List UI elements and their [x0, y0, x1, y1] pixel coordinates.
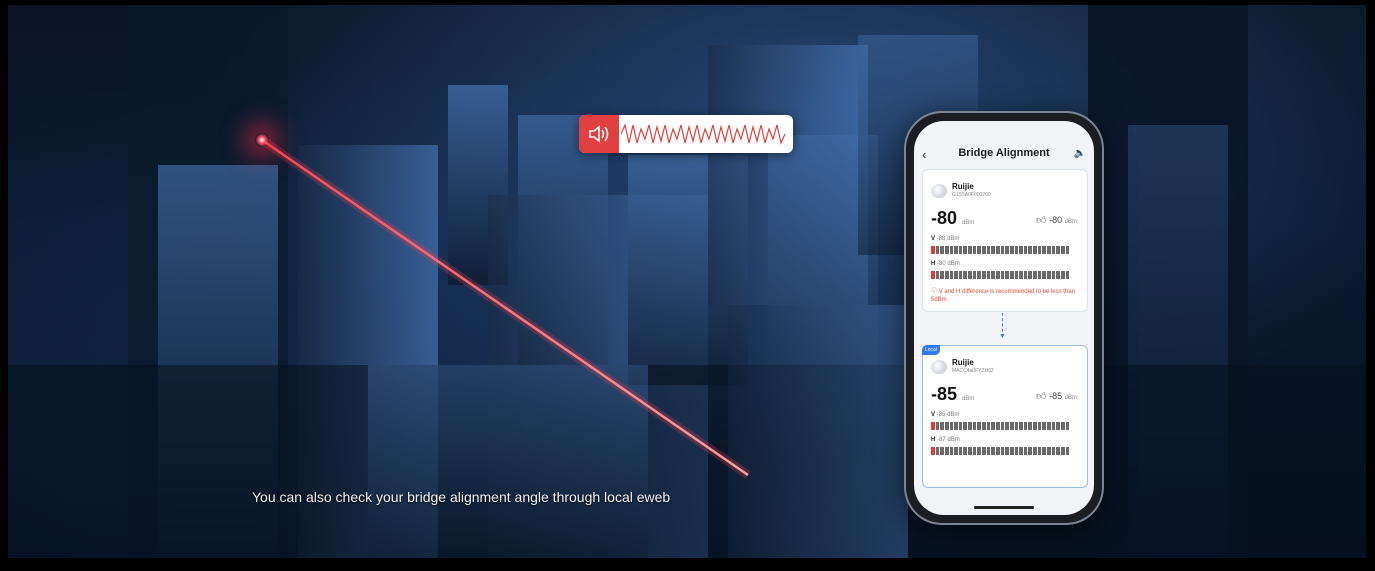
phone-mockup: ‹ Bridge Alignment 🔈 Ruijie G1S5A0F00020… — [906, 113, 1102, 523]
signal-unit: dBm — [962, 220, 975, 226]
signal-value: -80 — [931, 208, 958, 228]
arrow-down-icon: ▼ — [999, 333, 1006, 340]
vertical-polarization: V -85 dBm — [931, 412, 959, 418]
v-signal-bar — [931, 422, 1070, 430]
best-unit: dBm — [1064, 395, 1077, 401]
device-name: Ruijie — [952, 358, 974, 367]
sound-wave-icon — [621, 123, 786, 145]
horizontal-polarization: H -80 dBm — [931, 261, 960, 267]
signal-value: -85 — [931, 384, 958, 404]
alignment-warning: ⓘ V and H difference is recommended to b… — [931, 288, 1083, 304]
laser-origin — [255, 133, 269, 147]
video-frame: You can also check your bridge alignment… — [8, 5, 1366, 558]
h-signal-bar — [931, 271, 1070, 279]
device-name: Ruijie — [952, 182, 974, 191]
device-serial: G1S5A0F000200 — [952, 192, 991, 198]
horizontal-polarization: H -87 dBm — [931, 437, 960, 443]
home-indicator — [974, 506, 1034, 509]
device-info: Ruijie G1S5A0F000200 — [931, 180, 1081, 202]
warning-text: V and H difference is recommended to be … — [931, 289, 1075, 303]
v-label: V — [931, 412, 936, 418]
h-value: -87 dBm — [937, 437, 960, 443]
city-background — [8, 5, 1366, 558]
speaker-icon — [579, 115, 619, 153]
app-header: ‹ Bridge Alignment 🔈 — [914, 145, 1094, 165]
v-value: -85 dBm — [936, 412, 960, 418]
v-value: -88 dBm — [936, 236, 960, 242]
remote-device-card: Ruijie G1S5A0F000200 -80 dBm 👍︎ -80 dBm … — [922, 169, 1088, 312]
signal-strength: -85 dBm — [931, 384, 974, 405]
volume-icon[interactable]: 🔈 — [1074, 148, 1086, 159]
device-info: Ruijie MACC4a0FYZH02 — [931, 356, 1081, 378]
warning-icon: ⓘ — [931, 289, 938, 295]
device-serial: MACC4a0FYZH02 — [952, 368, 994, 374]
h-label: H — [931, 437, 936, 443]
best-value: -85 — [1049, 391, 1063, 401]
local-device-card: Local Ruijie MACC4a0FYZH02 -85 dBm 👍︎ -8… — [922, 345, 1088, 488]
thumbs-up-icon: 👍︎ — [1036, 215, 1047, 226]
v-signal-bar — [931, 246, 1070, 254]
device-icon — [931, 184, 947, 198]
v-label: V — [931, 236, 936, 242]
h-value: -80 dBm — [937, 261, 960, 267]
video-subtitle: You can also check your bridge alignment… — [252, 489, 671, 505]
best-signal: 👍︎ -80 dBm — [1036, 214, 1077, 226]
signal-strength: -80 dBm — [931, 208, 974, 229]
h-signal-bar — [931, 447, 1070, 455]
vertical-polarization: V -88 dBm — [931, 236, 959, 242]
best-value: -80 — [1049, 215, 1063, 225]
best-unit: dBm — [1064, 219, 1077, 225]
thumbs-up-icon: 👍︎ — [1036, 391, 1047, 402]
local-badge: Local — [922, 345, 940, 355]
phone-screen: ‹ Bridge Alignment 🔈 Ruijie G1S5A0F00020… — [914, 121, 1094, 515]
page-title: Bridge Alignment — [958, 147, 1050, 159]
signal-unit: dBm — [962, 396, 975, 402]
audio-indicator — [579, 115, 793, 153]
h-label: H — [931, 261, 936, 267]
device-icon — [931, 360, 947, 374]
best-signal: 👍︎ -85 dBm — [1036, 390, 1077, 402]
